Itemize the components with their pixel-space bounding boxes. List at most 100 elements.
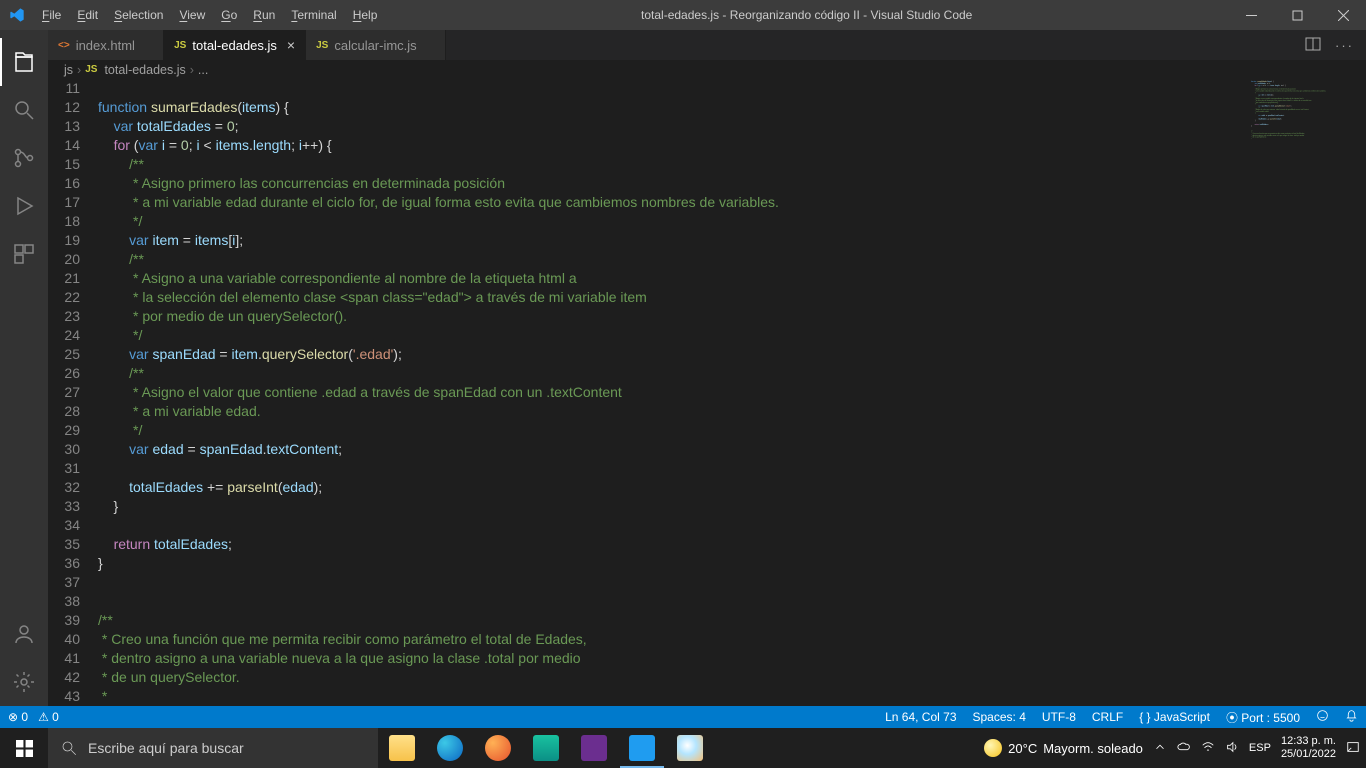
code-line-33[interactable]: } bbox=[98, 497, 1366, 516]
windows-taskbar: Escribe aquí para buscar 20°C Mayorm. so… bbox=[0, 728, 1366, 768]
code-line-34[interactable] bbox=[98, 516, 1366, 535]
breadcrumb-rest[interactable]: ... bbox=[198, 63, 208, 77]
code-line-24[interactable]: */ bbox=[98, 326, 1366, 345]
code-line-16[interactable]: * Asigno primero las concurrencias en de… bbox=[98, 174, 1366, 193]
code-line-13[interactable]: var totalEdades = 0; bbox=[98, 117, 1366, 136]
more-actions-icon[interactable]: ··· bbox=[1335, 38, 1354, 53]
search-icon[interactable] bbox=[0, 86, 48, 134]
window-controls bbox=[1228, 0, 1366, 30]
code-line-23[interactable]: * por medio de un querySelector(). bbox=[98, 307, 1366, 326]
breadcrumbs[interactable]: js › JS total-edades.js › ... bbox=[48, 60, 1366, 79]
status-encoding[interactable]: UTF-8 bbox=[1042, 710, 1076, 724]
minimize-button[interactable] bbox=[1228, 0, 1274, 30]
taskbar-search[interactable]: Escribe aquí para buscar bbox=[48, 728, 378, 768]
activity-bar bbox=[0, 30, 48, 706]
code-lines[interactable]: function sumarEdades(items) { var totalE… bbox=[98, 79, 1366, 706]
explorer-icon[interactable] bbox=[0, 38, 48, 86]
status-cursor[interactable]: Ln 64, Col 73 bbox=[885, 710, 956, 724]
code-line-14[interactable]: for (var i = 0; i < items.length; i++) { bbox=[98, 136, 1366, 155]
menu-selection[interactable]: Selection bbox=[106, 0, 171, 30]
taskbar-firefox-icon[interactable] bbox=[474, 728, 522, 768]
menu-go[interactable]: Go bbox=[213, 0, 245, 30]
code-line-17[interactable]: * a mi variable edad durante el ciclo fo… bbox=[98, 193, 1366, 212]
status-bell-icon[interactable] bbox=[1345, 709, 1358, 725]
code-line-22[interactable]: * la selección del elemento clase <span … bbox=[98, 288, 1366, 307]
code-line-11[interactable] bbox=[98, 79, 1366, 98]
run-debug-icon[interactable] bbox=[0, 182, 48, 230]
menu-view[interactable]: View bbox=[171, 0, 213, 30]
code-line-37[interactable] bbox=[98, 573, 1366, 592]
tray-wifi-icon[interactable] bbox=[1201, 740, 1215, 757]
close-button[interactable] bbox=[1320, 0, 1366, 30]
extensions-icon[interactable] bbox=[0, 230, 48, 278]
status-warnings[interactable]: ⚠ 0 bbox=[38, 710, 59, 724]
settings-gear-icon[interactable] bbox=[0, 658, 48, 706]
code-line-26[interactable]: /** bbox=[98, 364, 1366, 383]
code-line-41[interactable]: * dentro asigno a una variable nueva a l… bbox=[98, 649, 1366, 668]
weather-widget[interactable]: 20°C Mayorm. soleado bbox=[984, 739, 1143, 757]
code-line-30[interactable]: var edad = spanEdad.textContent; bbox=[98, 440, 1366, 459]
code-editor[interactable]: 1112131415161718192021222324252627282930… bbox=[48, 79, 1366, 706]
code-line-27[interactable]: * Asigno el valor que contiene .edad a t… bbox=[98, 383, 1366, 402]
code-line-40[interactable]: * Creo una función que me permita recibi… bbox=[98, 630, 1366, 649]
start-button[interactable] bbox=[0, 728, 48, 768]
menu-terminal[interactable]: Terminal bbox=[283, 0, 344, 30]
taskbar-apps bbox=[378, 728, 714, 768]
tab-index-html[interactable]: <>index.html× bbox=[48, 30, 164, 60]
code-line-18[interactable]: */ bbox=[98, 212, 1366, 231]
menu-run[interactable]: Run bbox=[245, 0, 283, 30]
status-lang[interactable]: { } JavaScript bbox=[1139, 710, 1210, 724]
taskbar-app-icon[interactable] bbox=[522, 728, 570, 768]
menu-file[interactable]: File bbox=[34, 0, 69, 30]
search-placeholder: Escribe aquí para buscar bbox=[88, 740, 244, 756]
menu-bar: FileEditSelectionViewGoRunTerminalHelp bbox=[34, 0, 385, 30]
code-line-25[interactable]: var spanEdad = item.querySelector('.edad… bbox=[98, 345, 1366, 364]
tray-chevron-icon[interactable] bbox=[1153, 740, 1167, 757]
status-spaces[interactable]: Spaces: 4 bbox=[973, 710, 1026, 724]
tray-lang[interactable]: ESP bbox=[1249, 742, 1271, 754]
code-line-36[interactable]: } bbox=[98, 554, 1366, 573]
editor-tabs: <>index.html×JStotal-edades.js×JScalcula… bbox=[48, 30, 1366, 60]
code-line-35[interactable]: return totalEdades; bbox=[98, 535, 1366, 554]
file-icon: JS bbox=[174, 40, 186, 51]
tab-actions: ··· bbox=[1305, 30, 1366, 60]
taskbar-explorer-icon[interactable] bbox=[378, 728, 426, 768]
code-line-28[interactable]: * a mi variable edad. bbox=[98, 402, 1366, 421]
code-line-29[interactable]: */ bbox=[98, 421, 1366, 440]
tray-clock[interactable]: 12:33 p. m. 25/01/2022 bbox=[1281, 735, 1336, 761]
menu-edit[interactable]: Edit bbox=[69, 0, 106, 30]
taskbar-paint-icon[interactable] bbox=[666, 728, 714, 768]
code-line-38[interactable] bbox=[98, 592, 1366, 611]
tray-onedrive-icon[interactable] bbox=[1177, 740, 1191, 757]
status-feedback-icon[interactable] bbox=[1316, 709, 1329, 725]
taskbar-vscode-icon[interactable] bbox=[618, 728, 666, 768]
account-icon[interactable] bbox=[0, 610, 48, 658]
menu-help[interactable]: Help bbox=[345, 0, 386, 30]
taskbar-ide-icon[interactable] bbox=[570, 728, 618, 768]
source-control-icon[interactable] bbox=[0, 134, 48, 182]
tray-volume-icon[interactable] bbox=[1225, 740, 1239, 757]
code-line-42[interactable]: * de un querySelector. bbox=[98, 668, 1366, 687]
code-line-43[interactable]: * bbox=[98, 687, 1366, 706]
status-eol[interactable]: CRLF bbox=[1092, 710, 1123, 724]
code-line-15[interactable]: /** bbox=[98, 155, 1366, 174]
maximize-button[interactable] bbox=[1274, 0, 1320, 30]
code-line-20[interactable]: /** bbox=[98, 250, 1366, 269]
tab-total-edades-js[interactable]: JStotal-edades.js× bbox=[164, 30, 306, 60]
code-line-32[interactable]: totalEdades += parseInt(edad); bbox=[98, 478, 1366, 497]
status-errors[interactable]: ⊗ 0 bbox=[8, 710, 28, 724]
minimap[interactable]: function sumarEdades(items) { var totalE… bbox=[1246, 79, 1366, 706]
code-line-31[interactable] bbox=[98, 459, 1366, 478]
code-line-12[interactable]: function sumarEdades(items) { bbox=[98, 98, 1366, 117]
split-editor-icon[interactable] bbox=[1305, 36, 1321, 55]
tray-notifications-icon[interactable] bbox=[1346, 740, 1360, 757]
code-line-21[interactable]: * Asigno a una variable correspondiente … bbox=[98, 269, 1366, 288]
close-tab-icon[interactable]: × bbox=[287, 37, 295, 53]
tab-calcular-imc-js[interactable]: JScalcular-imc.js× bbox=[306, 30, 446, 60]
code-line-39[interactable]: /** bbox=[98, 611, 1366, 630]
breadcrumb-folder[interactable]: js bbox=[64, 63, 73, 77]
taskbar-edge-icon[interactable] bbox=[426, 728, 474, 768]
breadcrumb-file[interactable]: total-edades.js bbox=[104, 63, 185, 77]
code-line-19[interactable]: var item = items[i]; bbox=[98, 231, 1366, 250]
status-liveserver[interactable]: ⦿ Port : 5500 bbox=[1226, 709, 1300, 726]
